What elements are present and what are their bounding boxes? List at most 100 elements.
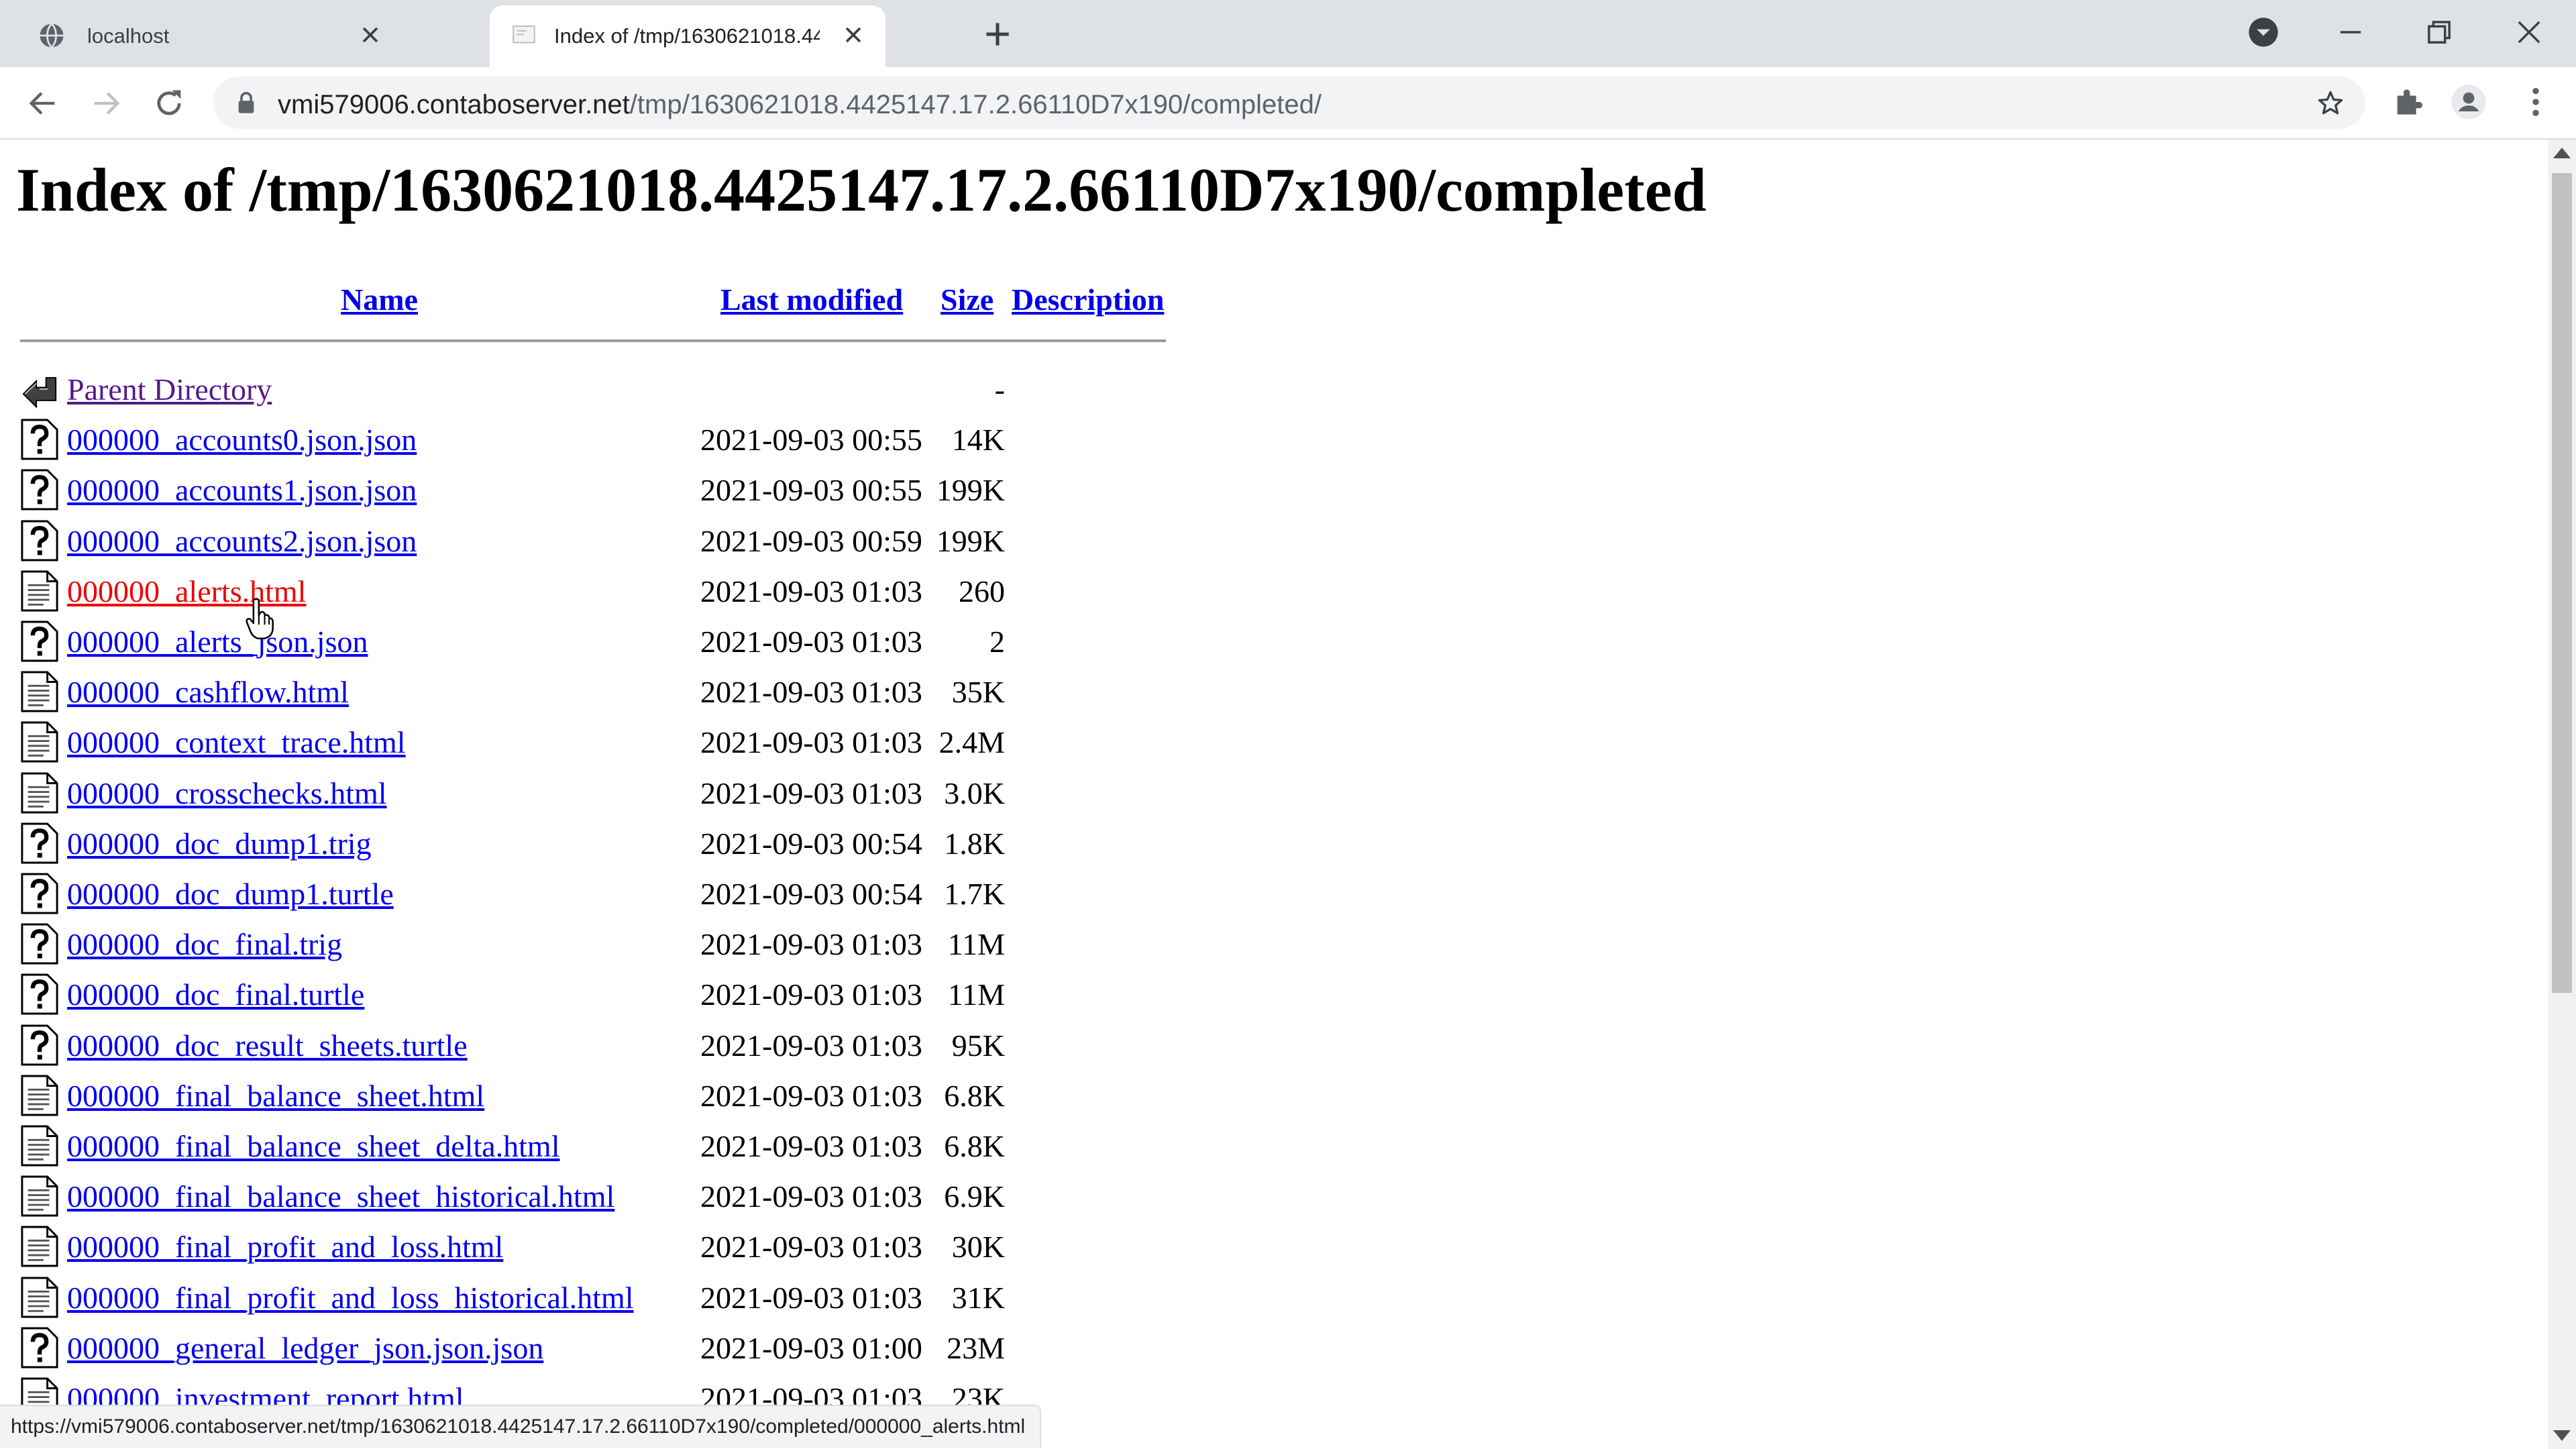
parent-directory-link[interactable]: Parent Directory	[67, 372, 272, 407]
file-size: 260	[959, 574, 1005, 608]
file-link[interactable]: 000000_accounts1.json.json	[67, 472, 417, 508]
file-link[interactable]: 000000_final_balance_sheet_historical.ht…	[67, 1179, 614, 1214]
tab-title: localhost	[87, 24, 170, 48]
table-row: 000000_doc_result_sheets.turtle 2021-09-0…	[0, 1024, 1208, 1073]
close-tab-icon[interactable]	[840, 21, 867, 48]
table-row: 000000_final_balance_sheet_delta.html 202…	[0, 1124, 1208, 1174]
tab-search-icon[interactable]	[2246, 15, 2281, 50]
text-file-icon	[20, 570, 59, 612]
text-file-icon	[20, 771, 59, 814]
minimize-icon[interactable]	[2333, 15, 2368, 50]
table-row: 000000_alerts_json.json 2021-09-03 01:03 2	[0, 620, 1208, 669]
table-row: 000000_accounts0.json.json 2021-09-03 00:…	[0, 418, 1208, 468]
file-date: 2021-09-03 01:03	[700, 625, 922, 659]
file-date: 2021-09-03 01:03	[700, 725, 922, 760]
hand-cursor-icon	[246, 598, 274, 639]
unknown-file-icon	[20, 1326, 59, 1369]
table-row: 000000_accounts1.json.json 2021-09-03 00:…	[0, 468, 1208, 518]
unknown-file-icon	[20, 1024, 59, 1067]
restore-icon[interactable]	[2422, 15, 2457, 50]
menu-kebab-icon[interactable]	[2517, 83, 2555, 121]
text-file-icon	[20, 1276, 59, 1319]
file-date: 2021-09-03 01:03	[700, 1078, 922, 1113]
back-icon[interactable]	[25, 86, 60, 121]
table-row: 000000_final_balance_sheet_historical.ht…	[0, 1175, 1208, 1224]
file-date: 2021-09-03 00:55	[700, 473, 922, 508]
file-link[interactable]: 000000_doc_final.turtle	[67, 977, 364, 1012]
lock-icon[interactable]	[236, 91, 256, 114]
unknown-file-icon	[20, 519, 59, 562]
file-date: 2021-09-03 01:03	[700, 1179, 922, 1214]
column-header-last-modified[interactable]: Last modified	[720, 282, 903, 317]
text-file-icon	[20, 670, 59, 713]
file-link[interactable]: 000000_final_balance_sheet_delta.html	[67, 1128, 560, 1164]
file-link[interactable]: 000000_accounts2.json.json	[67, 523, 417, 559]
file-link[interactable]: 000000_accounts0.json.json	[67, 422, 417, 458]
file-link[interactable]: 000000_cashflow.html	[67, 674, 349, 710]
scroll-thumb[interactable]	[2552, 173, 2572, 993]
file-link[interactable]: 000000_crosschecks.html	[67, 775, 387, 811]
table-row: 000000_doc_final.turtle 2021-09-03 01:03 1…	[0, 973, 1208, 1022]
url-path: /tmp/1630621018.4425147.17.2.66110D7x190…	[629, 90, 1322, 119]
address-bar[interactable]: vmi579006.contaboserver.net/tmp/16306210…	[213, 76, 2365, 129]
file-size: 1.7K	[944, 877, 1005, 911]
file-link[interactable]: 000000_final_balance_sheet.html	[67, 1078, 484, 1114]
text-file-icon	[20, 720, 59, 763]
file-link[interactable]: 000000_final_profit_and_loss.html	[67, 1229, 503, 1265]
text-file-icon	[20, 1225, 59, 1268]
scroll-down-arrow-icon[interactable]	[2553, 1430, 2571, 1441]
file-size: 95K	[951, 1028, 1005, 1063]
reload-icon[interactable]	[152, 86, 186, 121]
file-date: 2021-09-03 00:54	[700, 826, 922, 861]
column-header-name[interactable]: Name	[341, 282, 418, 317]
column-header-description[interactable]: Description	[1012, 282, 1164, 317]
url-host: vmi579006.contaboserver.net	[278, 90, 630, 119]
table-row: 000000_final_balance_sheet.html 2021-09-0…	[0, 1074, 1208, 1124]
close-tab-icon[interactable]	[357, 21, 384, 48]
table-row: 000000_accounts2.json.json 2021-09-03 00:…	[0, 519, 1208, 569]
file-size: 6.8K	[944, 1129, 1005, 1163]
file-size: 6.9K	[944, 1179, 1005, 1214]
profile-avatar-icon[interactable]	[2450, 83, 2487, 121]
forward-icon[interactable]	[89, 86, 123, 121]
url-text[interactable]: vmi579006.contaboserver.net/tmp/16306210…	[278, 90, 1322, 120]
page-title: Index of /tmp/1630621018.4425147.17.2.66…	[16, 156, 1707, 224]
file-size: 23M	[947, 1330, 1005, 1365]
file-size: 30K	[951, 1230, 1005, 1265]
table-row: 000000_alerts.html 2021-09-03 01:03 260	[0, 570, 1208, 619]
file-size: 2.4M	[938, 725, 1005, 760]
file-size: 2	[989, 625, 1005, 659]
file-date: 2021-09-03 01:03	[700, 977, 922, 1012]
scroll-up-arrow-icon[interactable]	[2553, 148, 2571, 158]
table-row: 000000_crosschecks.html 2021-09-03 01:03 3…	[0, 771, 1208, 821]
file-link[interactable]: 000000_final_profit_and_loss_historical.…	[67, 1280, 634, 1316]
tab-localhost[interactable]: localhost	[7, 5, 402, 67]
file-link[interactable]: 000000_alerts_json.json	[67, 624, 368, 659]
text-file-icon	[20, 1175, 59, 1218]
vertical-scrollbar[interactable]	[2548, 140, 2576, 1449]
column-header-size[interactable]: Size	[941, 282, 994, 317]
parent-directory-row: Parent Directory -	[0, 368, 1208, 417]
file-date: 2021-09-03 01:03	[700, 675, 922, 710]
file-link[interactable]: 000000_context_trace.html	[67, 724, 406, 760]
close-window-icon[interactable]	[2512, 15, 2546, 50]
file-link[interactable]: 000000_general_ledger_json.json.json	[67, 1330, 543, 1366]
page-viewport: Index of /tmp/1630621018.4425147.17.2.66…	[0, 140, 2548, 1449]
file-link[interactable]: 000000_doc_dump1.turtle	[67, 876, 394, 912]
file-date: 2021-09-03 00:55	[700, 423, 922, 458]
file-date: 2021-09-03 01:03	[700, 1028, 922, 1063]
text-file-icon	[20, 1124, 59, 1167]
file-link[interactable]: 000000_doc_result_sheets.turtle	[67, 1028, 468, 1063]
file-link[interactable]: 000000_doc_dump1.trig	[67, 826, 372, 861]
extensions-puzzle-icon[interactable]	[2390, 83, 2427, 121]
file-date: 2021-09-03 01:03	[700, 775, 922, 810]
table-row: 000000_general_ledger_json.json.json 2021…	[0, 1326, 1208, 1376]
text-file-icon	[20, 1074, 59, 1117]
bookmark-star-icon[interactable]	[2316, 89, 2345, 118]
new-tab-icon[interactable]	[981, 17, 1014, 51]
globe-icon	[40, 23, 64, 48]
file-link[interactable]: 000000_doc_final.trig	[67, 926, 342, 962]
tab-index[interactable]: Index of /tmp/1630621018.4425147	[490, 5, 885, 67]
file-size: 3.0K	[944, 775, 1005, 810]
file-date: 2021-09-03 01:03	[700, 1230, 922, 1265]
